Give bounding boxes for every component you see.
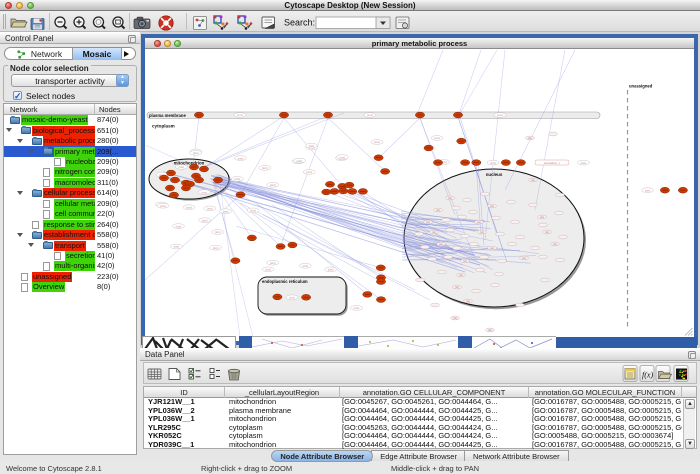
svg-text:(xxx): (xxx) [581,161,587,165]
svg-text:annotation(...): annotation(...) [544,161,560,165]
svg-text:(xx): (xx) [490,248,494,250]
svg-text:(xxx): (xxx) [237,113,243,117]
svg-text:(xx): (xx) [432,232,436,234]
svg-text:(xxx): (xxx) [434,136,440,140]
svg-text:(xxx): (xxx) [186,205,192,209]
svg-text:unassigned: unassigned [629,84,653,89]
svg-text:(xx): (xx) [480,232,484,234]
svg-text:(xxx): (xxx) [297,159,303,163]
svg-text:(xx): (xx) [553,244,557,246]
svg-text:(xxx): (xxx) [328,268,334,272]
svg-text:(xx): (xx) [466,301,470,303]
svg-text:(xx): (xx) [426,222,430,224]
svg-text:(xxx): (xxx) [302,264,308,268]
svg-text:(xxx): (xxx) [202,218,208,222]
svg-text:(xxx): (xxx) [490,161,496,165]
svg-text:(xx): (xx) [436,210,440,212]
svg-text:(xxx): (xxx) [645,188,651,192]
svg-text:(xxx): (xxx) [265,268,271,272]
svg-text:(xxx): (xxx) [193,151,199,155]
svg-text:(xx): (xx) [545,232,549,234]
svg-text:(xxx): (xxx) [215,230,221,234]
svg-text:(xxx): (xxx) [339,155,345,159]
svg-text:(xx): (xx) [488,330,492,332]
svg-text:(xxx): (xxx) [250,209,256,213]
svg-text:endoplasmic reticulum: endoplasmic reticulum [262,279,308,284]
svg-text:(xx): (xx) [448,198,452,200]
svg-text:(xxx): (xxx) [213,246,219,250]
svg-text:(xxx): (xxx) [179,165,185,169]
svg-text:(xxx): (xxx) [234,177,240,181]
svg-text:(xx): (xx) [477,222,481,224]
svg-text:plasma membrane: plasma membrane [149,113,186,118]
svg-text:(xxx): (xxx) [270,261,276,265]
svg-text:f(x): f(x) [642,371,653,380]
svg-text:Search:: Search: [284,18,315,28]
svg-text:(xx): (xx) [540,217,544,219]
svg-text:(xxx): (xxx) [201,190,207,194]
svg-text:(xxx): (xxx) [306,170,312,174]
svg-text:(xxx): (xxx) [367,113,373,117]
svg-text:(xx): (xx) [459,275,463,277]
svg-text:(xxx): (xxx) [207,207,213,211]
svg-text:(xxx): (xxx) [262,166,268,170]
svg-text:(xx): (xx) [490,206,494,208]
svg-text:(xxx): (xxx) [174,245,180,249]
svg-text:(xx): (xx) [522,258,526,260]
svg-text:(xxx): (xxx) [289,296,295,300]
svg-text:(xx): (xx) [528,138,532,140]
svg-text:(xxx): (xxx) [160,204,166,208]
svg-text:(xx): (xx) [463,261,467,263]
svg-text:(xxx): (xxx) [309,144,315,148]
svg-text:(xxx): (xxx) [238,156,244,160]
svg-text:(xxx): (xxx) [354,306,360,310]
svg-text:(xxx): (xxx) [270,183,276,187]
svg-text:(xxx): (xxx) [176,224,182,228]
svg-text:(xx): (xx) [531,180,535,182]
svg-text:(xx): (xx) [439,244,443,246]
svg-text:(xxx): (xxx) [497,113,503,117]
svg-text:nucleus: nucleus [486,172,503,177]
svg-text:(xx): (xx) [453,318,457,320]
svg-text:(xxx): (xxx) [223,209,229,213]
svg-text:(xx): (xx) [455,287,459,289]
svg-text:cytoplasm: cytoplasm [152,124,175,129]
svg-text:(xxx): (xxx) [374,140,380,144]
